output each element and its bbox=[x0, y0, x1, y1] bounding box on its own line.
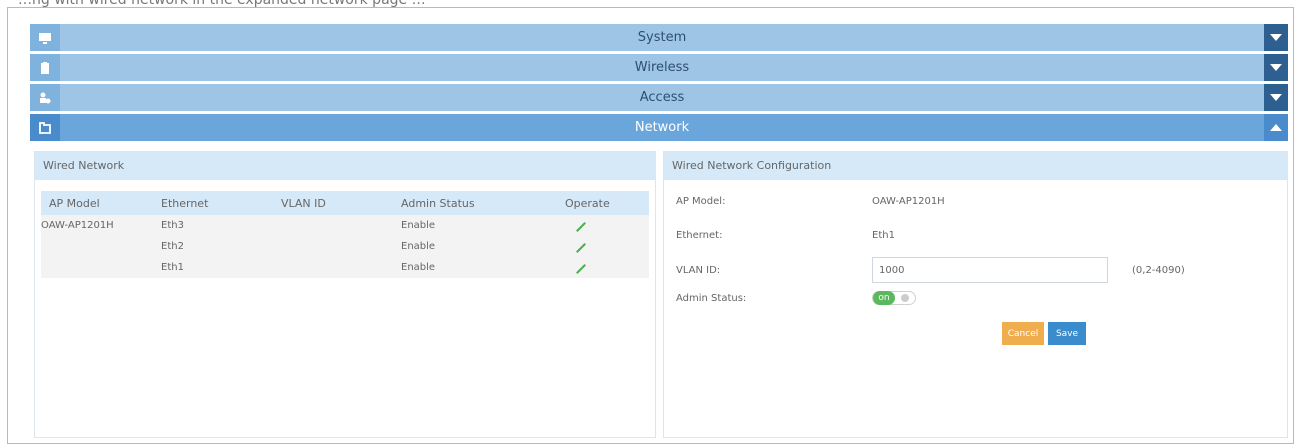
chevron-down-icon[interactable] bbox=[1264, 54, 1288, 81]
chevron-down-icon[interactable] bbox=[1264, 84, 1288, 111]
wired-network-panel: Wired Network AP Model Ethernet VLAN ID … bbox=[34, 151, 656, 438]
network-icon bbox=[30, 114, 60, 141]
ap-model-row: AP Model: OAW-AP1201H bbox=[676, 196, 945, 207]
edit-icon[interactable] bbox=[576, 222, 586, 232]
chevron-down-icon[interactable] bbox=[1264, 24, 1288, 51]
accordion-wireless-title: Wireless bbox=[634, 60, 690, 75]
admin-status-row: Admin Status: on bbox=[676, 291, 916, 305]
save-button[interactable]: Save bbox=[1048, 322, 1086, 345]
users-icon bbox=[30, 84, 60, 111]
monitor-icon bbox=[30, 24, 60, 51]
vlan-label: VLAN ID: bbox=[676, 264, 721, 276]
column-admin-status: Admin Status bbox=[401, 196, 475, 210]
cell-ethernet: Eth3 bbox=[161, 220, 184, 231]
toggle-on-label: on bbox=[873, 291, 895, 305]
vlan-range-hint: (0,2-4090) bbox=[1132, 264, 1185, 276]
cell-ethernet: Eth2 bbox=[161, 241, 184, 252]
accordion-network[interactable]: Network bbox=[30, 114, 1288, 141]
ap-model-value: OAW-AP1201H bbox=[872, 196, 945, 207]
column-vlan-id: VLAN ID bbox=[281, 196, 326, 210]
vlan-row: VLAN ID: (0,2-4090) bbox=[676, 257, 1185, 283]
column-operate: Operate bbox=[565, 196, 610, 210]
cell-status: Enable bbox=[401, 220, 436, 231]
ethernet-row: Ethernet: Eth1 bbox=[676, 230, 895, 241]
vlan-id-input[interactable] bbox=[872, 257, 1108, 283]
table-row: Eth1 Enable bbox=[41, 257, 649, 278]
cell-status: Enable bbox=[401, 262, 436, 273]
toggle-knob bbox=[901, 294, 909, 302]
accordion-network-title: Network bbox=[634, 120, 690, 135]
table-row: OAW-AP1201H Eth3 Enable bbox=[41, 215, 649, 236]
accordion-wireless[interactable]: Wireless bbox=[30, 54, 1288, 81]
ethernet-value: Eth1 bbox=[872, 230, 895, 241]
column-ethernet: Ethernet bbox=[161, 196, 209, 210]
wired-network-header: Wired Network bbox=[35, 152, 655, 180]
settings-accordion: System Wireless Access Network bbox=[30, 24, 1288, 144]
accordion-access-title: Access bbox=[639, 90, 685, 105]
clipboard-icon bbox=[30, 54, 60, 81]
column-ap-model: AP Model bbox=[49, 196, 100, 210]
table-row: Eth2 Enable bbox=[41, 236, 649, 257]
cell-ethernet: Eth1 bbox=[161, 262, 184, 273]
accordion-system[interactable]: System bbox=[30, 24, 1288, 51]
cell-ap-model: OAW-AP1201H bbox=[41, 220, 114, 231]
chevron-up-icon[interactable] bbox=[1264, 114, 1288, 141]
cancel-button[interactable]: Cancel bbox=[1002, 322, 1044, 345]
wired-config-header: Wired Network Configuration bbox=[664, 152, 1287, 180]
wired-network-table: AP Model Ethernet VLAN ID Admin Status O… bbox=[41, 191, 649, 278]
ethernet-label: Ethernet: bbox=[676, 230, 723, 241]
wired-config-panel: Wired Network Configuration AP Model: OA… bbox=[663, 151, 1288, 438]
network-panels: Wired Network AP Model Ethernet VLAN ID … bbox=[34, 151, 1288, 438]
ap-model-label: AP Model: bbox=[676, 196, 726, 207]
cell-status: Enable bbox=[401, 241, 436, 252]
accordion-access[interactable]: Access bbox=[30, 84, 1288, 111]
accordion-system-title: System bbox=[637, 30, 687, 45]
admin-status-toggle[interactable]: on bbox=[872, 291, 916, 305]
table-header: AP Model Ethernet VLAN ID Admin Status O… bbox=[41, 191, 649, 215]
admin-status-label: Admin Status: bbox=[676, 292, 747, 304]
edit-icon[interactable] bbox=[576, 243, 586, 253]
edit-icon[interactable] bbox=[576, 264, 586, 274]
